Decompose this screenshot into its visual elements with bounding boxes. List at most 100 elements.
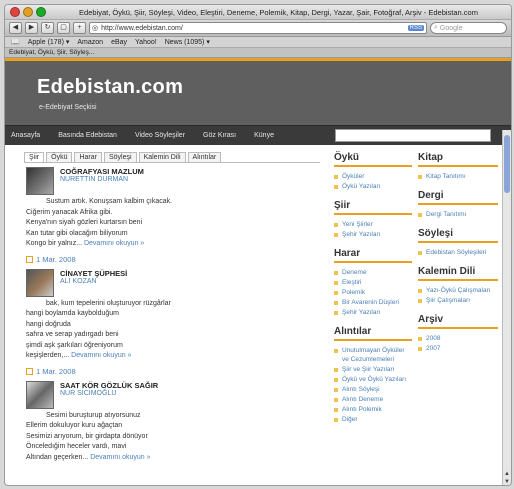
sidebar-link-label[interactable]: Yeni Şiirler xyxy=(342,220,373,229)
address-bar[interactable]: ◎ http://www.edebistan.com/ RSS xyxy=(89,22,427,34)
post-header: CİNAYET ŞÜPHESİ ALİ KOZAN xyxy=(26,268,320,297)
sidebar-link[interactable]: Şiir ve Şiir Yazıları xyxy=(334,365,412,374)
scroll-down-icon[interactable]: ▼ xyxy=(504,479,510,485)
section-title: Öykü xyxy=(334,152,412,167)
sidebar-link-label[interactable]: Şiir Çalışmaları xyxy=(426,296,470,305)
sidebar-link-label[interactable]: Şehir Yazıları xyxy=(342,230,380,239)
minimize-button[interactable] xyxy=(23,7,33,17)
zoom-button[interactable] xyxy=(36,7,46,17)
rss-icon[interactable]: RSS xyxy=(407,25,424,31)
read-more-link[interactable]: Devamını okuyun » xyxy=(84,240,144,247)
sidebar-link[interactable]: Yeni Şiirler xyxy=(334,220,412,229)
sidebar-link-label[interactable]: 2008 xyxy=(426,334,440,343)
tab-kalemin-dili[interactable]: Kalemin Dili xyxy=(138,152,186,162)
sidebar-link[interactable]: Alıntı Polemik xyxy=(334,405,412,414)
post-author[interactable]: NUR SİCİMOĞLU xyxy=(60,390,158,397)
bullet-icon xyxy=(334,310,338,315)
section-title: Şiir xyxy=(334,200,412,215)
post-author[interactable]: ALİ KOZAN xyxy=(60,278,127,285)
sidebar-link[interactable]: Öykü Yazıları xyxy=(334,182,412,191)
tab-oyku[interactable]: Öykü xyxy=(46,152,73,162)
sidebar-link-label[interactable]: Edebistan Söyleşileri xyxy=(426,248,486,257)
sidebar-link-label[interactable]: Şiir ve Şiir Yazıları xyxy=(342,365,395,374)
sidebar-link-label[interactable]: Kitap Tanıtımı xyxy=(426,172,466,181)
tab-harar[interactable]: Harar xyxy=(74,152,102,162)
add-tab-button[interactable]: + xyxy=(73,22,86,34)
read-more-link[interactable]: Devamını okuyun » xyxy=(71,352,131,359)
scrollbar-thumb[interactable] xyxy=(504,135,510,193)
sidebar-link-label[interactable]: 2007 xyxy=(426,344,440,353)
sidebar-link-label[interactable]: Polemik xyxy=(342,288,365,297)
bookmarks-icon[interactable]: 📖 xyxy=(11,38,20,46)
browser-search-input[interactable]: ⌕ Google xyxy=(430,22,507,34)
sidebar-link-label[interactable]: Bir Avarenin Düşleri xyxy=(342,298,399,307)
sidebar-link[interactable]: Şehir Yazıları xyxy=(334,308,412,317)
site-title[interactable]: Edebistan.com xyxy=(37,76,183,99)
read-more-link[interactable]: Devamını okuyun » xyxy=(90,454,150,461)
sidebar-link-label[interactable]: Alıntı Polemik xyxy=(342,405,382,414)
excerpt-line: Önceledığim heceler vardı, mavi xyxy=(26,443,127,450)
sidebar-link-label[interactable]: Yazı-Öykü Çalışmaları xyxy=(426,286,491,295)
sidebar-link[interactable]: Unutulmayan Öyküler ve Cezumlemeleri xyxy=(334,346,412,364)
post-excerpt: Sustum artık. Konuşsam kalbim çıkacak. C… xyxy=(26,197,320,250)
bookmark-news[interactable]: News (1095) ▾ xyxy=(165,38,210,46)
nav-basinda[interactable]: Basında Edebistan xyxy=(58,132,117,139)
sidebar-link[interactable]: Öyküler xyxy=(334,172,412,181)
sidebar-link[interactable]: Bir Avarenin Düşleri xyxy=(334,298,412,307)
sidebar-link[interactable]: Eleştiri xyxy=(334,278,412,287)
sidebar-link[interactable]: Şehir Yazıları xyxy=(334,230,412,239)
tab-soylesi[interactable]: Söyleşi xyxy=(103,152,137,162)
nav-kunye[interactable]: Künye xyxy=(254,132,274,139)
vertical-scrollbar[interactable]: ▲ ▼ xyxy=(502,130,511,485)
bookmark-yahoo[interactable]: Yahoo! xyxy=(135,39,157,46)
tab-alintilar[interactable]: Alıntılar xyxy=(187,152,222,162)
sidebar-link[interactable]: Polemik xyxy=(334,288,412,297)
sidebar-link[interactable]: Kitap Tanıtımı xyxy=(418,172,498,181)
close-button[interactable] xyxy=(10,7,20,17)
sidebar-link-label[interactable]: Alıntı Söyleşi xyxy=(342,385,380,394)
browser-tab[interactable]: Edebiyat, Öykü, Şiir, Söyleş... xyxy=(5,48,511,58)
nav-video[interactable]: Video Söyleşiler xyxy=(135,132,185,139)
sidebar-link-label[interactable]: Alıntı Deneme xyxy=(342,395,383,404)
sidebar-link-label[interactable]: Deneme xyxy=(342,268,367,277)
scroll-up-icon[interactable]: ▲ xyxy=(504,471,510,477)
post-author[interactable]: NURETTİN DURMAN xyxy=(60,176,144,183)
nav-goz-kirasi[interactable]: Göz Kırası xyxy=(203,132,236,139)
sidebar-link-label[interactable]: Eleştiri xyxy=(342,278,362,287)
sidebar-link-label[interactable]: Dergi Tanıtımı xyxy=(426,210,466,219)
sidebar-link[interactable]: Alıntı Söyleşi xyxy=(334,385,412,394)
search-icon: ⌕ xyxy=(434,24,438,31)
bookmark-amazon[interactable]: Amazon xyxy=(77,39,103,46)
sidebar-link[interactable]: Şiir Çalışmaları xyxy=(418,296,498,305)
bullet-icon xyxy=(334,174,338,179)
excerpt-line: Sesimi buruşturup atıyorsunuz xyxy=(46,411,141,419)
site-search-input[interactable] xyxy=(335,129,491,142)
sidebar-link-label[interactable]: Şehir Yazıları xyxy=(342,308,380,317)
bookmark-apple[interactable]: Apple (178) ▾ xyxy=(28,38,70,46)
bullet-icon xyxy=(418,346,422,351)
sidebar-link[interactable]: Deneme xyxy=(334,268,412,277)
sidebar-link-label[interactable]: Öyküler xyxy=(342,172,364,181)
nav-anasayfa[interactable]: Anasayfa xyxy=(11,132,40,139)
sidebar-link[interactable]: Yazı-Öykü Çalışmaları xyxy=(418,286,498,295)
post-title[interactable]: SAAT KÖR GÖZLÜK SAĞIR xyxy=(60,381,158,390)
sidebar-link-label[interactable]: Öykü Yazıları xyxy=(342,182,380,191)
sidebar-link[interactable]: Diğer xyxy=(334,415,412,424)
sidebar-link-label[interactable]: Öykü ve Öykü Yazıları xyxy=(342,375,406,384)
forward-button[interactable]: ▶ xyxy=(25,22,38,34)
tab-siir[interactable]: Şiir xyxy=(24,152,45,162)
sidebar-link[interactable]: Öykü ve Öykü Yazıları xyxy=(334,375,412,384)
post-title[interactable]: COĞRAFYASI MAZLUM xyxy=(60,167,144,176)
sidebar-link[interactable]: 2007 xyxy=(418,344,498,353)
sidebar-link-label[interactable]: Unutulmayan Öyküler ve Cezumlemeleri xyxy=(342,346,412,364)
sidebar-link[interactable]: 2008 xyxy=(418,334,498,343)
sidebar-link[interactable]: Dergi Tanıtımı xyxy=(418,210,498,219)
post-title[interactable]: CİNAYET ŞÜPHESİ xyxy=(60,269,127,278)
sidebar-link[interactable]: Edebistan Söyleşileri xyxy=(418,248,498,257)
reload-button[interactable]: ↻ xyxy=(41,22,54,34)
bookmark-ebay[interactable]: eBay xyxy=(111,39,127,46)
back-button[interactable]: ◀ xyxy=(9,22,22,34)
sidebar-link[interactable]: Alıntı Deneme xyxy=(334,395,412,404)
bookmark-add-icon[interactable]: ▢ xyxy=(57,22,70,34)
sidebar-link-label[interactable]: Diğer xyxy=(342,415,358,424)
